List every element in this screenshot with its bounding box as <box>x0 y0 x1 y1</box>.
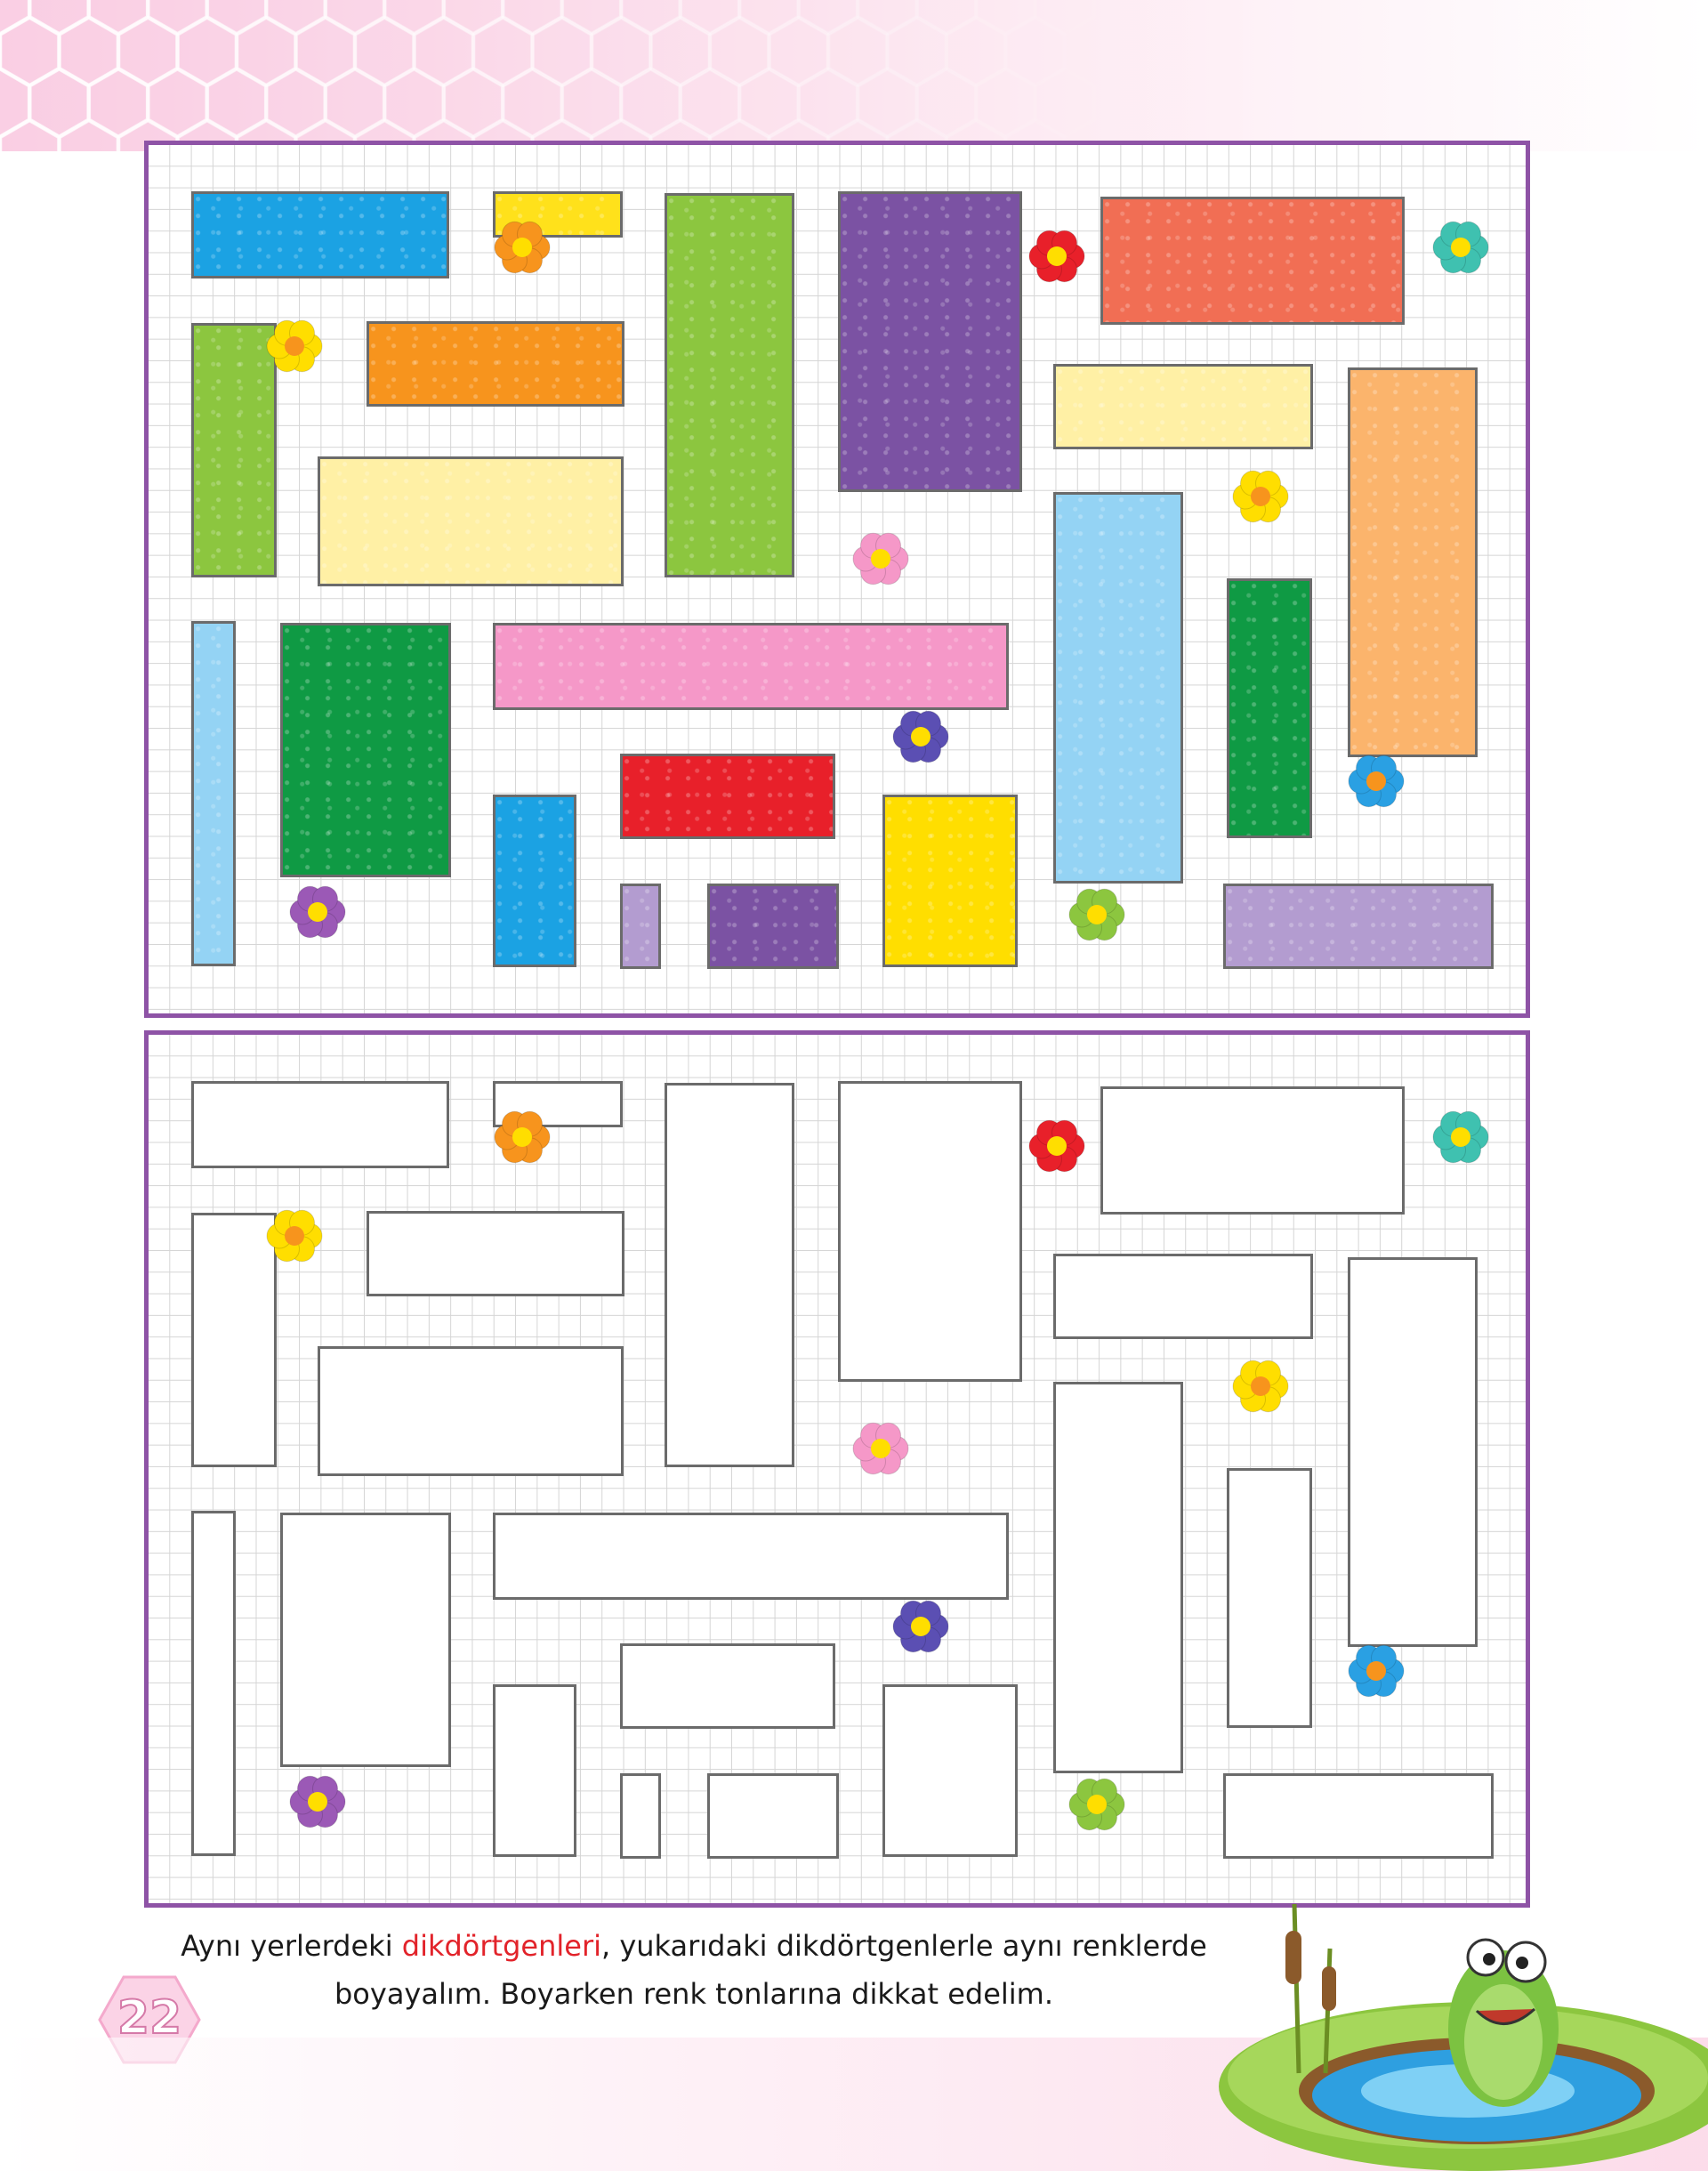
blank-rectangle[interactable] <box>191 1081 449 1168</box>
colored-rectangle <box>280 623 451 877</box>
blank-rectangle[interactable] <box>1348 1257 1478 1647</box>
blank-rectangle[interactable] <box>1227 1468 1312 1728</box>
flower-icon <box>892 1600 949 1653</box>
instruction-highlight: dikdörtgenleri <box>401 1929 601 1963</box>
flower-icon <box>1432 221 1489 274</box>
blank-rectangle[interactable] <box>1053 1382 1183 1773</box>
colored-rectangle <box>1227 578 1312 838</box>
colored-rectangle <box>191 621 236 966</box>
blank-rectangle[interactable] <box>280 1513 451 1767</box>
hexagon-header-decoration <box>0 0 1708 151</box>
flower-icon <box>266 319 323 373</box>
flower-icon <box>1432 1110 1489 1164</box>
colored-rectangle <box>191 191 449 278</box>
flower-icon <box>852 1422 909 1475</box>
hexagon-pattern <box>0 0 1096 151</box>
instruction-text: Aynı yerlerdeki dikdörtgenleri, yukarıda… <box>133 1922 1254 2018</box>
instruction-line-2: boyayalım. Boyarken renk tonlarına dikka… <box>334 1977 1054 2011</box>
blank-rectangle[interactable] <box>620 1643 835 1729</box>
flower-icon <box>1232 1360 1289 1413</box>
flower-icon <box>1068 888 1125 941</box>
blank-rectangle[interactable] <box>1100 1086 1405 1215</box>
blank-rectangle[interactable] <box>882 1684 1018 1857</box>
colored-rectangle <box>1053 492 1183 884</box>
instruction-end: , yukarıdaki dikdörtgenlerle aynı renkle… <box>600 1929 1207 1963</box>
flower-icon <box>494 1110 551 1164</box>
colored-rectangle <box>367 321 624 407</box>
flower-icon <box>266 1209 323 1263</box>
flower-icon <box>1348 755 1405 808</box>
flower-icon <box>494 221 551 274</box>
colored-rectangle <box>707 884 839 969</box>
blank-rectangles-panel <box>144 1030 1530 1908</box>
page-number: 22 <box>117 1990 182 2046</box>
instruction-line-1: Aynı yerlerdeki dikdörtgenleri, yukarıda… <box>133 1922 1254 1970</box>
blank-rectangle[interactable] <box>665 1083 794 1467</box>
blank-rectangle[interactable] <box>493 1513 1009 1600</box>
colored-rectangle <box>665 193 794 577</box>
blank-rectangle[interactable] <box>707 1773 839 1859</box>
colored-rectangle <box>1100 197 1405 325</box>
blank-rectangle[interactable] <box>1053 1254 1313 1339</box>
colored-rectangles-panel <box>144 141 1530 1018</box>
frog-pond-illustration <box>1219 1903 1708 2171</box>
colored-rectangle <box>620 754 835 839</box>
blank-rectangle[interactable] <box>367 1211 624 1296</box>
blank-rectangle[interactable] <box>620 1773 661 1859</box>
colored-rectangle <box>620 884 661 969</box>
colored-rectangle <box>1053 364 1313 449</box>
flower-icon <box>289 885 346 939</box>
colored-rectangle <box>493 795 576 967</box>
blank-rectangle[interactable] <box>191 1511 236 1856</box>
colored-rectangle <box>838 191 1022 492</box>
flower-icon <box>1028 230 1085 283</box>
flower-icon <box>1028 1119 1085 1173</box>
flower-icon <box>1348 1644 1405 1698</box>
flower-icon <box>852 532 909 585</box>
flower-icon <box>1232 470 1289 523</box>
instruction-start: Aynı yerlerdeki <box>181 1929 402 1963</box>
colored-rectangle <box>318 456 624 586</box>
flower-icon <box>289 1775 346 1828</box>
colored-rectangle <box>493 623 1009 710</box>
blank-rectangle[interactable] <box>318 1346 624 1476</box>
colored-rectangle <box>1348 367 1478 757</box>
flower-icon <box>1068 1778 1125 1831</box>
blank-rectangle[interactable] <box>838 1081 1022 1382</box>
colored-rectangle <box>1223 884 1494 969</box>
blank-rectangle[interactable] <box>1223 1773 1494 1859</box>
colored-rectangle <box>882 795 1018 967</box>
flower-icon <box>892 710 949 763</box>
blank-rectangle[interactable] <box>493 1684 576 1857</box>
